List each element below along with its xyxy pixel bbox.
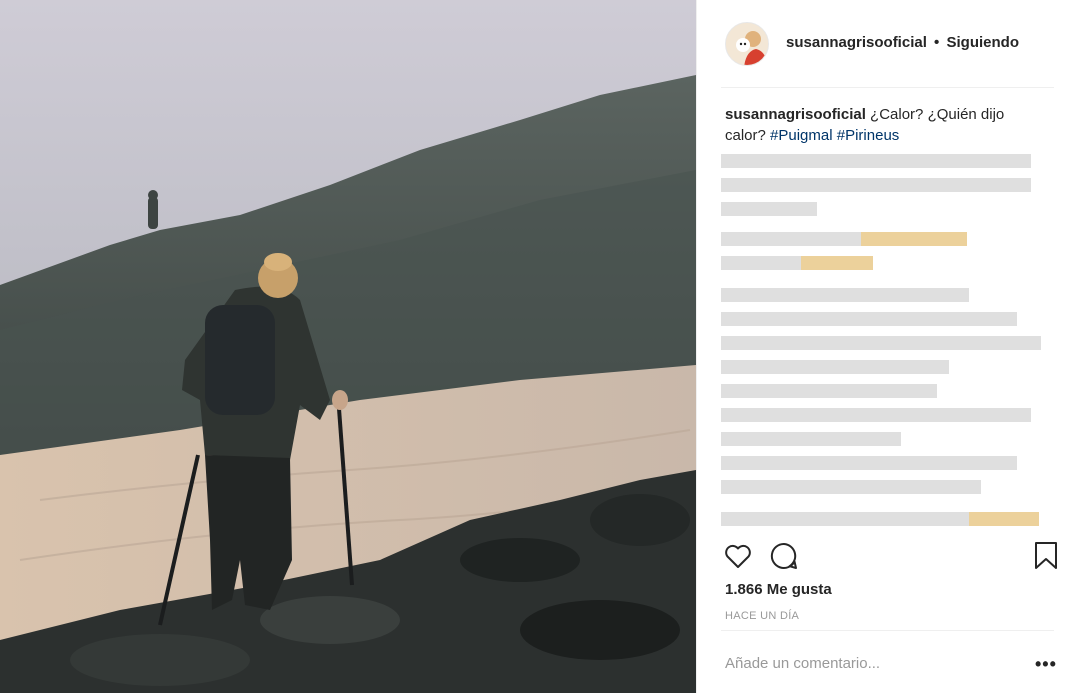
action-bar <box>697 537 1069 577</box>
hashtag-puigmal[interactable]: #Puigmal <box>770 127 833 144</box>
heart-icon[interactable] <box>723 541 753 571</box>
post-photo[interactable] <box>0 0 696 693</box>
caption-username[interactable]: susannagrisooficial <box>725 106 866 123</box>
comment-divider <box>721 630 1054 631</box>
hashtag-pirineus[interactable]: #Pirineus <box>837 127 900 144</box>
bookmark-icon[interactable] <box>1033 541 1059 571</box>
follow-status-button[interactable]: Siguiendo <box>946 34 1019 51</box>
post-sidebar: susannagrisooficial • Siguiendo susannag… <box>696 0 1070 693</box>
post-header: susannagrisooficial • Siguiendo <box>697 0 1069 88</box>
post-caption: susannagrisooficial ¿Calor? ¿Quién dijo … <box>725 104 1025 146</box>
post-image <box>0 0 696 693</box>
post-time[interactable]: HACE UN DÍA <box>725 610 799 622</box>
avatar-image <box>726 23 768 65</box>
more-options-icon[interactable]: ••• <box>1035 654 1057 675</box>
avatar[interactable] <box>725 22 769 66</box>
header-divider <box>721 87 1054 88</box>
blurred-comments <box>721 148 1047 533</box>
header-user-line: susannagrisooficial • Siguiendo <box>786 34 1019 51</box>
likes-count[interactable]: 1.866 Me gusta <box>725 581 832 598</box>
comment-input[interactable]: Añade un comentario... <box>725 655 880 672</box>
separator-dot: • <box>934 34 940 51</box>
username-link[interactable]: susannagrisooficial <box>786 34 927 51</box>
comment-icon[interactable] <box>769 541 799 571</box>
